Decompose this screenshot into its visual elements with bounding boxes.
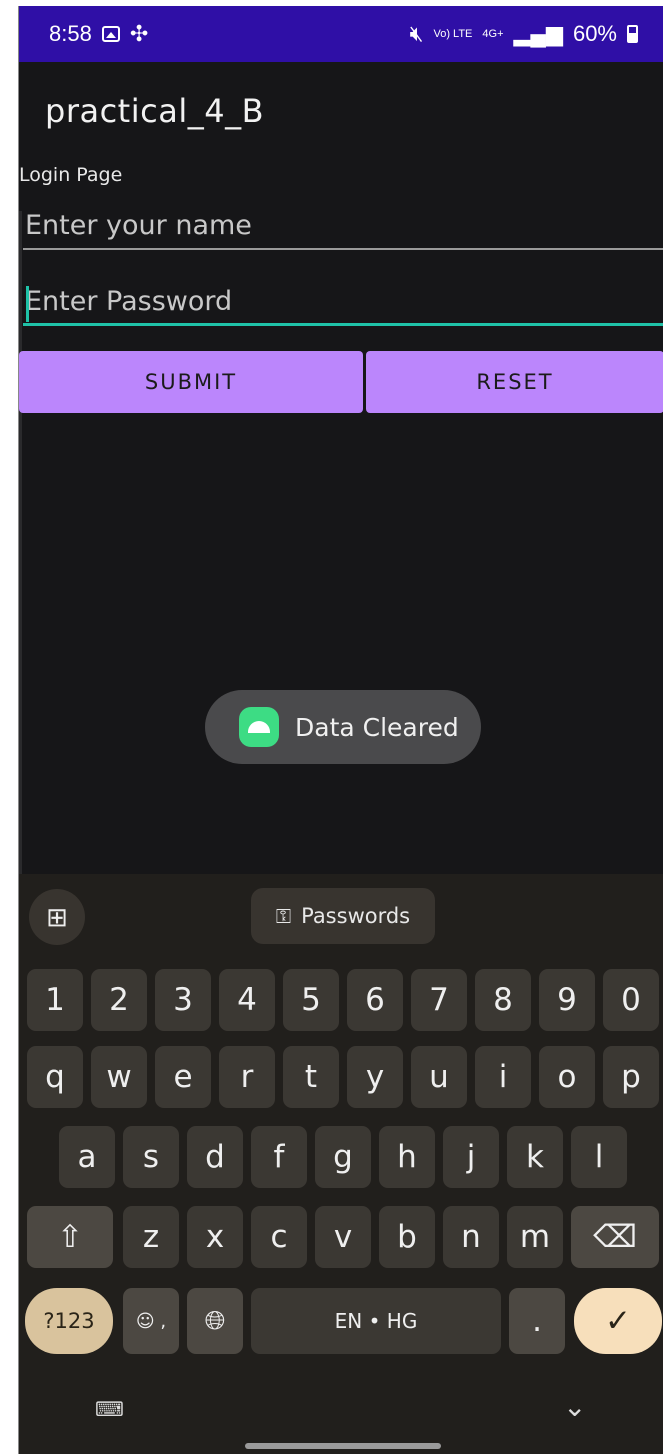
space-key[interactable]: EN • HG	[251, 1288, 501, 1354]
key-l[interactable]: l	[571, 1126, 627, 1188]
key-y[interactable]: y	[347, 1046, 403, 1108]
key-v[interactable]: v	[315, 1206, 371, 1268]
signal-icon: ▂▄▆	[513, 21, 563, 46]
key-b[interactable]: b	[379, 1206, 435, 1268]
key-7[interactable]: 7	[411, 969, 467, 1031]
key-icon: ⚿	[275, 904, 292, 928]
apps-grid-icon[interactable]: ⊞	[29, 889, 85, 945]
key-r[interactable]: r	[219, 1046, 275, 1108]
key-m[interactable]: m	[507, 1206, 563, 1268]
android-app-icon	[239, 707, 279, 747]
key-c[interactable]: c	[251, 1206, 307, 1268]
app-title: practical_4_B	[45, 92, 265, 130]
password-placeholder: Enter Password	[25, 286, 233, 317]
pinwheel-icon: ✣	[129, 21, 149, 46]
key-f[interactable]: f	[251, 1126, 307, 1188]
key-u[interactable]: u	[411, 1046, 467, 1108]
volte-indicator: Vo) LTE	[433, 28, 473, 40]
key-o[interactable]: o	[539, 1046, 595, 1108]
soft-keyboard: ⊞ ⚿ Passwords 1 2 3 4 5 6 7 8 9 0 q w e …	[19, 874, 663, 1454]
status-time: 8:58	[49, 21, 92, 46]
submit-button[interactable]: SUBMIT	[19, 351, 363, 413]
home-indicator[interactable]	[245, 1443, 441, 1449]
key-5[interactable]: 5	[283, 969, 339, 1031]
enter-check-icon[interactable]: ✓	[574, 1288, 662, 1354]
key-1[interactable]: 1	[27, 969, 83, 1031]
password-input[interactable]: Enter Password	[23, 282, 663, 326]
key-9[interactable]: 9	[539, 969, 595, 1031]
name-input[interactable]: Enter your name	[23, 206, 663, 250]
key-g[interactable]: g	[315, 1126, 371, 1188]
key-n[interactable]: n	[443, 1206, 499, 1268]
key-p[interactable]: p	[603, 1046, 659, 1108]
key-h[interactable]: h	[379, 1126, 435, 1188]
key-4[interactable]: 4	[219, 969, 275, 1031]
name-placeholder: Enter your name	[25, 210, 252, 241]
toast-text: Data Cleared	[295, 712, 459, 742]
toast-message: Data Cleared	[205, 690, 481, 764]
key-z[interactable]: z	[123, 1206, 179, 1268]
key-x[interactable]: x	[187, 1206, 243, 1268]
key-e[interactable]: e	[155, 1046, 211, 1108]
globe-icon[interactable]: 🌐︎	[187, 1288, 243, 1354]
page-label: Login Page	[19, 164, 123, 186]
passwords-chip[interactable]: ⚿ Passwords	[251, 888, 435, 944]
key-k[interactable]: k	[507, 1126, 563, 1188]
key-0[interactable]: 0	[603, 969, 659, 1031]
reset-button[interactable]: RESET	[366, 351, 663, 413]
symbols-key[interactable]: ?123	[25, 1288, 113, 1354]
key-w[interactable]: w	[91, 1046, 147, 1108]
chevron-down-icon[interactable]: ⌄	[563, 1390, 586, 1423]
key-i[interactable]: i	[475, 1046, 531, 1108]
battery-percent: 60%	[572, 21, 617, 46]
key-2[interactable]: 2	[91, 969, 147, 1031]
key-t[interactable]: t	[283, 1046, 339, 1108]
emoji-comma-key[interactable]: ☺ ,	[123, 1288, 179, 1354]
keyboard-switch-icon[interactable]: ⌨	[95, 1397, 124, 1422]
key-3[interactable]: 3	[155, 969, 211, 1031]
key-s[interactable]: s	[123, 1126, 179, 1188]
key-d[interactable]: d	[187, 1126, 243, 1188]
battery-icon	[627, 25, 638, 43]
period-key[interactable]: .	[509, 1288, 565, 1354]
passwords-label: Passwords	[301, 904, 411, 928]
backspace-icon[interactable]: ⌫	[571, 1206, 659, 1268]
key-q[interactable]: q	[27, 1046, 83, 1108]
key-6[interactable]: 6	[347, 969, 403, 1031]
mute-icon: 🔇︎	[409, 21, 424, 46]
scroll-edge	[19, 211, 22, 881]
shift-key[interactable]: ⇧	[27, 1206, 113, 1268]
key-a[interactable]: a	[59, 1126, 115, 1188]
status-bar: 8:58 ✣ 🔇︎ Vo) LTE 4G+ ▂▄▆ 60%	[19, 6, 663, 62]
phone-screen: 8:58 ✣ 🔇︎ Vo) LTE 4G+ ▂▄▆ 60% practical_…	[18, 6, 663, 1454]
text-cursor	[26, 286, 29, 322]
key-j[interactable]: j	[443, 1126, 499, 1188]
gallery-icon	[101, 26, 120, 42]
network-type: 4G+	[482, 28, 504, 40]
key-8[interactable]: 8	[475, 969, 531, 1031]
